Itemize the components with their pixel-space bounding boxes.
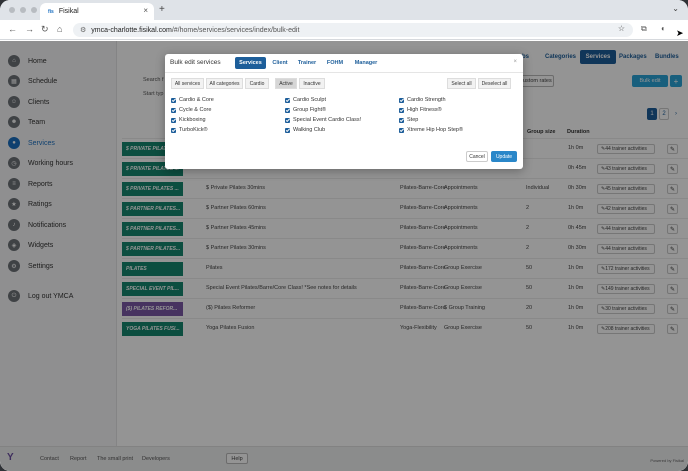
update-button[interactable]: Update: [491, 151, 517, 162]
service-checkbox[interactable]: Group Fight®: [285, 107, 326, 113]
filter-active[interactable]: Active: [275, 78, 297, 89]
bulk-edit-dialog: Bulk edit services Services Client Train…: [165, 54, 523, 169]
checkbox-checked-icon[interactable]: [171, 107, 176, 113]
browser-window: fis Fisikal × + ⌄ ← → ↻ ⌂ ⚙ ymca-charlot…: [0, 0, 688, 471]
tab-strip: fis Fisikal × + ⌄: [0, 0, 688, 20]
checkbox-label: Step: [407, 117, 419, 123]
service-checkbox[interactable]: Xtreme Hip Hop Step®: [399, 127, 463, 133]
checkbox-checked-icon[interactable]: [285, 107, 290, 113]
cancel-button[interactable]: Cancel: [466, 151, 488, 162]
checkbox-checked-icon[interactable]: [171, 127, 176, 133]
tab-list-chevron-icon[interactable]: ⌄: [672, 4, 679, 13]
fisikal-favicon-icon: fis: [48, 8, 54, 15]
divider: [165, 72, 523, 73]
checkbox-checked-icon[interactable]: [399, 127, 404, 133]
home-icon[interactable]: ⌂: [57, 24, 62, 34]
checkbox-label: Walking Club: [293, 127, 326, 133]
close-window-button[interactable]: [9, 7, 15, 13]
checkbox-label: Cardio Strength: [407, 97, 446, 103]
checkbox-label: Group Fight®: [293, 107, 327, 113]
filter-cardio[interactable]: Cardio: [245, 78, 269, 89]
maximize-window-button[interactable]: [31, 7, 37, 13]
address-bar[interactable]: ⚙ ymca-charlotte.fisikal.com /#/home/ser…: [73, 23, 633, 37]
profile-icon[interactable]: ◐: [661, 24, 666, 33]
browser-tab[interactable]: fis Fisikal ×: [40, 3, 154, 20]
filter-all-services[interactable]: All services: [171, 78, 204, 89]
checkbox-label: Cardio & Core: [179, 97, 214, 103]
mouse-cursor-icon: ➤: [676, 28, 684, 38]
select-all-button[interactable]: Select all: [447, 78, 476, 89]
filter-inactive[interactable]: Inactive: [299, 78, 325, 89]
address-toolbar: ← → ↻ ⌂ ⚙ ymca-charlotte.fisikal.com /#/…: [0, 20, 688, 40]
minimize-window-button[interactable]: [20, 7, 26, 13]
site-info-icon[interactable]: ⚙: [80, 26, 86, 34]
tab-title: Fisikal: [58, 8, 79, 15]
tab-client[interactable]: Client: [269, 57, 291, 69]
new-tab-icon[interactable]: +: [159, 4, 165, 15]
filter-all-categories[interactable]: All categories: [206, 78, 243, 89]
service-checkbox[interactable]: Cardio & Core: [171, 97, 214, 103]
checkbox-label: Special Event Cardio Class!: [293, 117, 362, 123]
deselect-all-button[interactable]: Deselect all: [478, 78, 511, 89]
window-controls: [9, 7, 37, 13]
checkbox-checked-icon[interactable]: [399, 107, 404, 113]
checkbox-checked-icon[interactable]: [399, 117, 404, 123]
service-checkbox[interactable]: Kickboxing: [171, 117, 206, 123]
checkbox-label: Cardio Sculpt: [293, 97, 327, 103]
checkbox-label: Cycle & Core: [179, 107, 212, 113]
service-checkbox[interactable]: High Fitness®: [399, 107, 442, 113]
checkbox-checked-icon[interactable]: [399, 97, 404, 103]
close-tab-icon[interactable]: ×: [143, 6, 148, 15]
service-checkbox[interactable]: TurboKick®: [171, 127, 208, 133]
service-checkbox[interactable]: Walking Club: [285, 127, 325, 133]
reload-icon[interactable]: ↻: [41, 24, 49, 35]
checkbox-checked-icon[interactable]: [285, 127, 290, 133]
url-path: /#/home/services/services/index/bulk-edi…: [171, 26, 300, 34]
back-arrow-icon[interactable]: ←: [8, 24, 17, 34]
checkbox-checked-icon[interactable]: [285, 117, 290, 123]
checkbox-label: Xtreme Hip Hop Step®: [407, 127, 464, 133]
bookmark-star-icon[interactable]: ☆: [618, 24, 625, 33]
tab-manager[interactable]: Manager: [351, 57, 381, 69]
checkbox-checked-icon[interactable]: [171, 117, 176, 123]
extensions-icon[interactable]: ⧉: [641, 24, 647, 34]
checkbox-label: Kickboxing: [179, 117, 206, 123]
checkbox-label: High Fitness®: [407, 107, 442, 113]
tab-fohm[interactable]: FOHM: [324, 57, 346, 69]
service-checkbox[interactable]: Cycle & Core: [171, 107, 211, 113]
service-checkbox[interactable]: Cardio Strength: [399, 97, 446, 103]
service-checkbox[interactable]: Cardio Sculpt: [285, 97, 326, 103]
tab-trainer[interactable]: Trainer: [295, 57, 319, 69]
service-checkbox[interactable]: Special Event Cardio Class!: [285, 117, 361, 123]
close-icon[interactable]: ×: [513, 59, 517, 65]
service-checkbox[interactable]: Step: [399, 117, 418, 123]
tab-services[interactable]: Services: [235, 57, 266, 69]
dialog-title: Bulk edit services: [170, 59, 221, 66]
forward-arrow-icon[interactable]: →: [25, 24, 34, 34]
url-host: ymca-charlotte.fisikal.com: [91, 26, 172, 34]
checkbox-label: TurboKick®: [179, 127, 208, 133]
checkbox-checked-icon[interactable]: [285, 97, 290, 103]
checkbox-checked-icon[interactable]: [171, 97, 176, 103]
